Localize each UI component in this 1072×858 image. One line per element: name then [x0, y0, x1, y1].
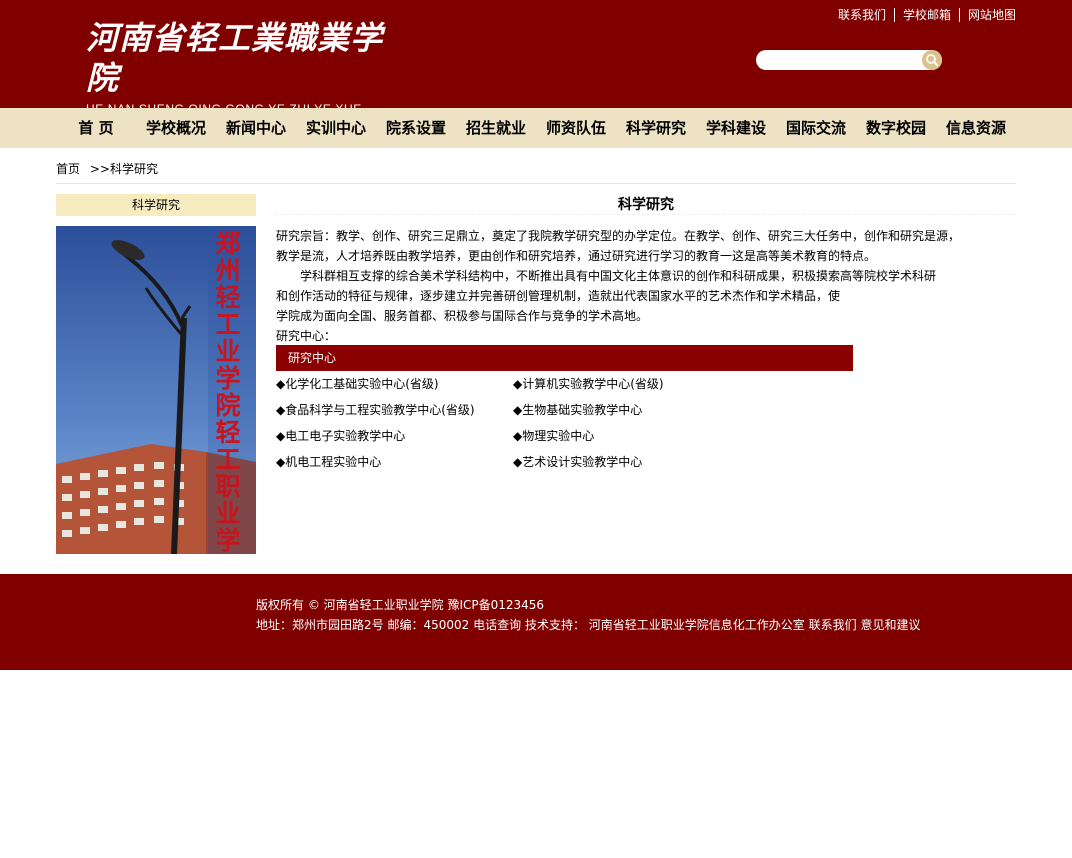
- research-center-label: 研究中心：: [276, 329, 337, 343]
- lab-item[interactable]: ◆计算机实验教学中心(省级): [513, 374, 750, 400]
- search-button[interactable]: [922, 50, 942, 70]
- lab-item[interactable]: ◆生物基础实验教学中心: [513, 400, 750, 426]
- nav-item-admissions[interactable]: 招生就业: [456, 108, 536, 148]
- footer-office-link[interactable]: 河南省轻工业职业学院信息化工作办公室: [589, 618, 805, 632]
- breadcrumb-divider: [56, 183, 1016, 184]
- footer-address: 地址：郑州市园田路2号 邮编：450002: [256, 618, 470, 632]
- lab-row: ◆食品科学与工程实验教学中心(省级) ◆生物基础实验教学中心: [276, 400, 853, 426]
- intro-line-3: 学科群相互支撑的综合美术学科结构中，不断推出具有中国文化主体意识的创作和科研成果…: [276, 269, 937, 283]
- nav-item-training[interactable]: 实训中心: [296, 108, 376, 148]
- footer-address-line: 地址：郑州市园田路2号 邮编：450002 电话查询 技术支持： 河南省轻工业职…: [256, 616, 920, 634]
- footer-copyright: 版权所有 © 河南省轻工业职业学院 豫ICP备0123456: [256, 598, 545, 612]
- nav-item-home[interactable]: 首 页: [56, 108, 136, 148]
- contact-us-link[interactable]: 联系我们: [830, 8, 894, 22]
- site-map-link[interactable]: 网站地图: [958, 8, 1016, 22]
- search-icon: [926, 54, 939, 67]
- lab-item[interactable]: ◆机电工程实验中心: [276, 452, 513, 478]
- main-nav: 首 页 学校概况 新闻中心 实训中心 院系设置 招生就业 师资队伍 科学研究 学…: [0, 108, 1072, 148]
- photo-calligraphy-text: 郑州轻工业学院轻工职业学院: [215, 229, 241, 554]
- nav-item-faculty[interactable]: 师资队伍: [536, 108, 616, 148]
- footer-tech-support-label: 技术支持：: [524, 618, 585, 632]
- nav-item-overview[interactable]: 学校概况: [136, 108, 216, 148]
- nav-item-digital-campus[interactable]: 数字校园: [856, 108, 936, 148]
- campus-photo: 郑州轻工业学院轻工职业学院: [56, 226, 256, 554]
- breadcrumb-current: 科学研究: [109, 162, 158, 176]
- intro-line-1: 研究宗旨：教学、创作、研究三足鼎立，奠定了我院教学研究型的办学定位。在教学、创作…: [276, 229, 961, 243]
- search-box: [756, 50, 942, 70]
- nav-item-disciplines[interactable]: 学科建设: [696, 108, 776, 148]
- page-title: 科学研究: [618, 197, 674, 213]
- breadcrumb-separator: >>: [89, 162, 110, 176]
- site-header: 河南省轻工業職業学院 HE NAN SHENG QING GONG YE ZHI…: [0, 0, 1072, 130]
- intro-line-5: 学院成为面向全国、服务首都、积极参与国际合作与竞争的学术高地。: [276, 309, 649, 323]
- nav-item-research[interactable]: 科学研究: [616, 108, 696, 148]
- intro-line-2: 教学是流，人才培养既由教学培养，更由创作和研究培养，通过研究进行学习的教育一这是…: [276, 249, 877, 263]
- site-footer: 版权所有 © 河南省轻工业职业学院 豫ICP备0123456 地址：郑州市园田路…: [0, 574, 1072, 670]
- research-center-header: 研究中心: [276, 345, 853, 371]
- search-input[interactable]: [766, 52, 916, 68]
- nav-item-departments[interactable]: 院系设置: [376, 108, 456, 148]
- logo-chinese-name: 河南省轻工業職業学院: [86, 19, 384, 97]
- lab-item[interactable]: ◆艺术设计实验教学中心: [513, 452, 750, 478]
- top-links: 联系我们 学校邮箱 网站地图: [830, 8, 1016, 22]
- footer-phone-link[interactable]: 电话查询: [473, 618, 521, 632]
- lab-item[interactable]: ◆食品科学与工程实验教学中心(省级): [276, 400, 513, 426]
- lab-row: ◆机电工程实验中心 ◆艺术设计实验教学中心: [276, 452, 853, 478]
- nav-item-international[interactable]: 国际交流: [776, 108, 856, 148]
- footer-feedback-link[interactable]: 意见和建议: [860, 618, 920, 632]
- breadcrumb-home[interactable]: 首页: [56, 162, 80, 176]
- breadcrumb: 首页 >>科学研究: [56, 160, 158, 177]
- lab-item[interactable]: ◆电工电子实验教学中心: [276, 426, 513, 452]
- lab-row: ◆化学化工基础实验中心(省级) ◆计算机实验教学中心(省级): [276, 374, 853, 400]
- school-email-link[interactable]: 学校邮箱: [893, 8, 959, 22]
- site-logo[interactable]: 河南省轻工業職業学院 HE NAN SHENG QING GONG YE ZHI…: [86, 18, 386, 130]
- lab-row: ◆电工电子实验教学中心 ◆物理实验中心: [276, 426, 853, 452]
- title-divider: [276, 214, 1016, 215]
- nav-item-resources[interactable]: 信息资源: [936, 108, 1016, 148]
- sidebar-title[interactable]: 科学研究: [56, 194, 256, 216]
- lab-item[interactable]: ◆物理实验中心: [513, 426, 750, 452]
- intro-line-4: 和创作活动的特征与规律，逐步建立并完善研创管理机制，造就出代表国家水平的艺术杰作…: [276, 289, 841, 303]
- lab-list: ◆化学化工基础实验中心(省级) ◆计算机实验教学中心(省级) ◆食品科学与工程实…: [276, 374, 853, 478]
- footer-contact-link[interactable]: 联系我们: [809, 618, 857, 632]
- lab-item[interactable]: ◆化学化工基础实验中心(省级): [276, 374, 513, 400]
- nav-item-news[interactable]: 新闻中心: [216, 108, 296, 148]
